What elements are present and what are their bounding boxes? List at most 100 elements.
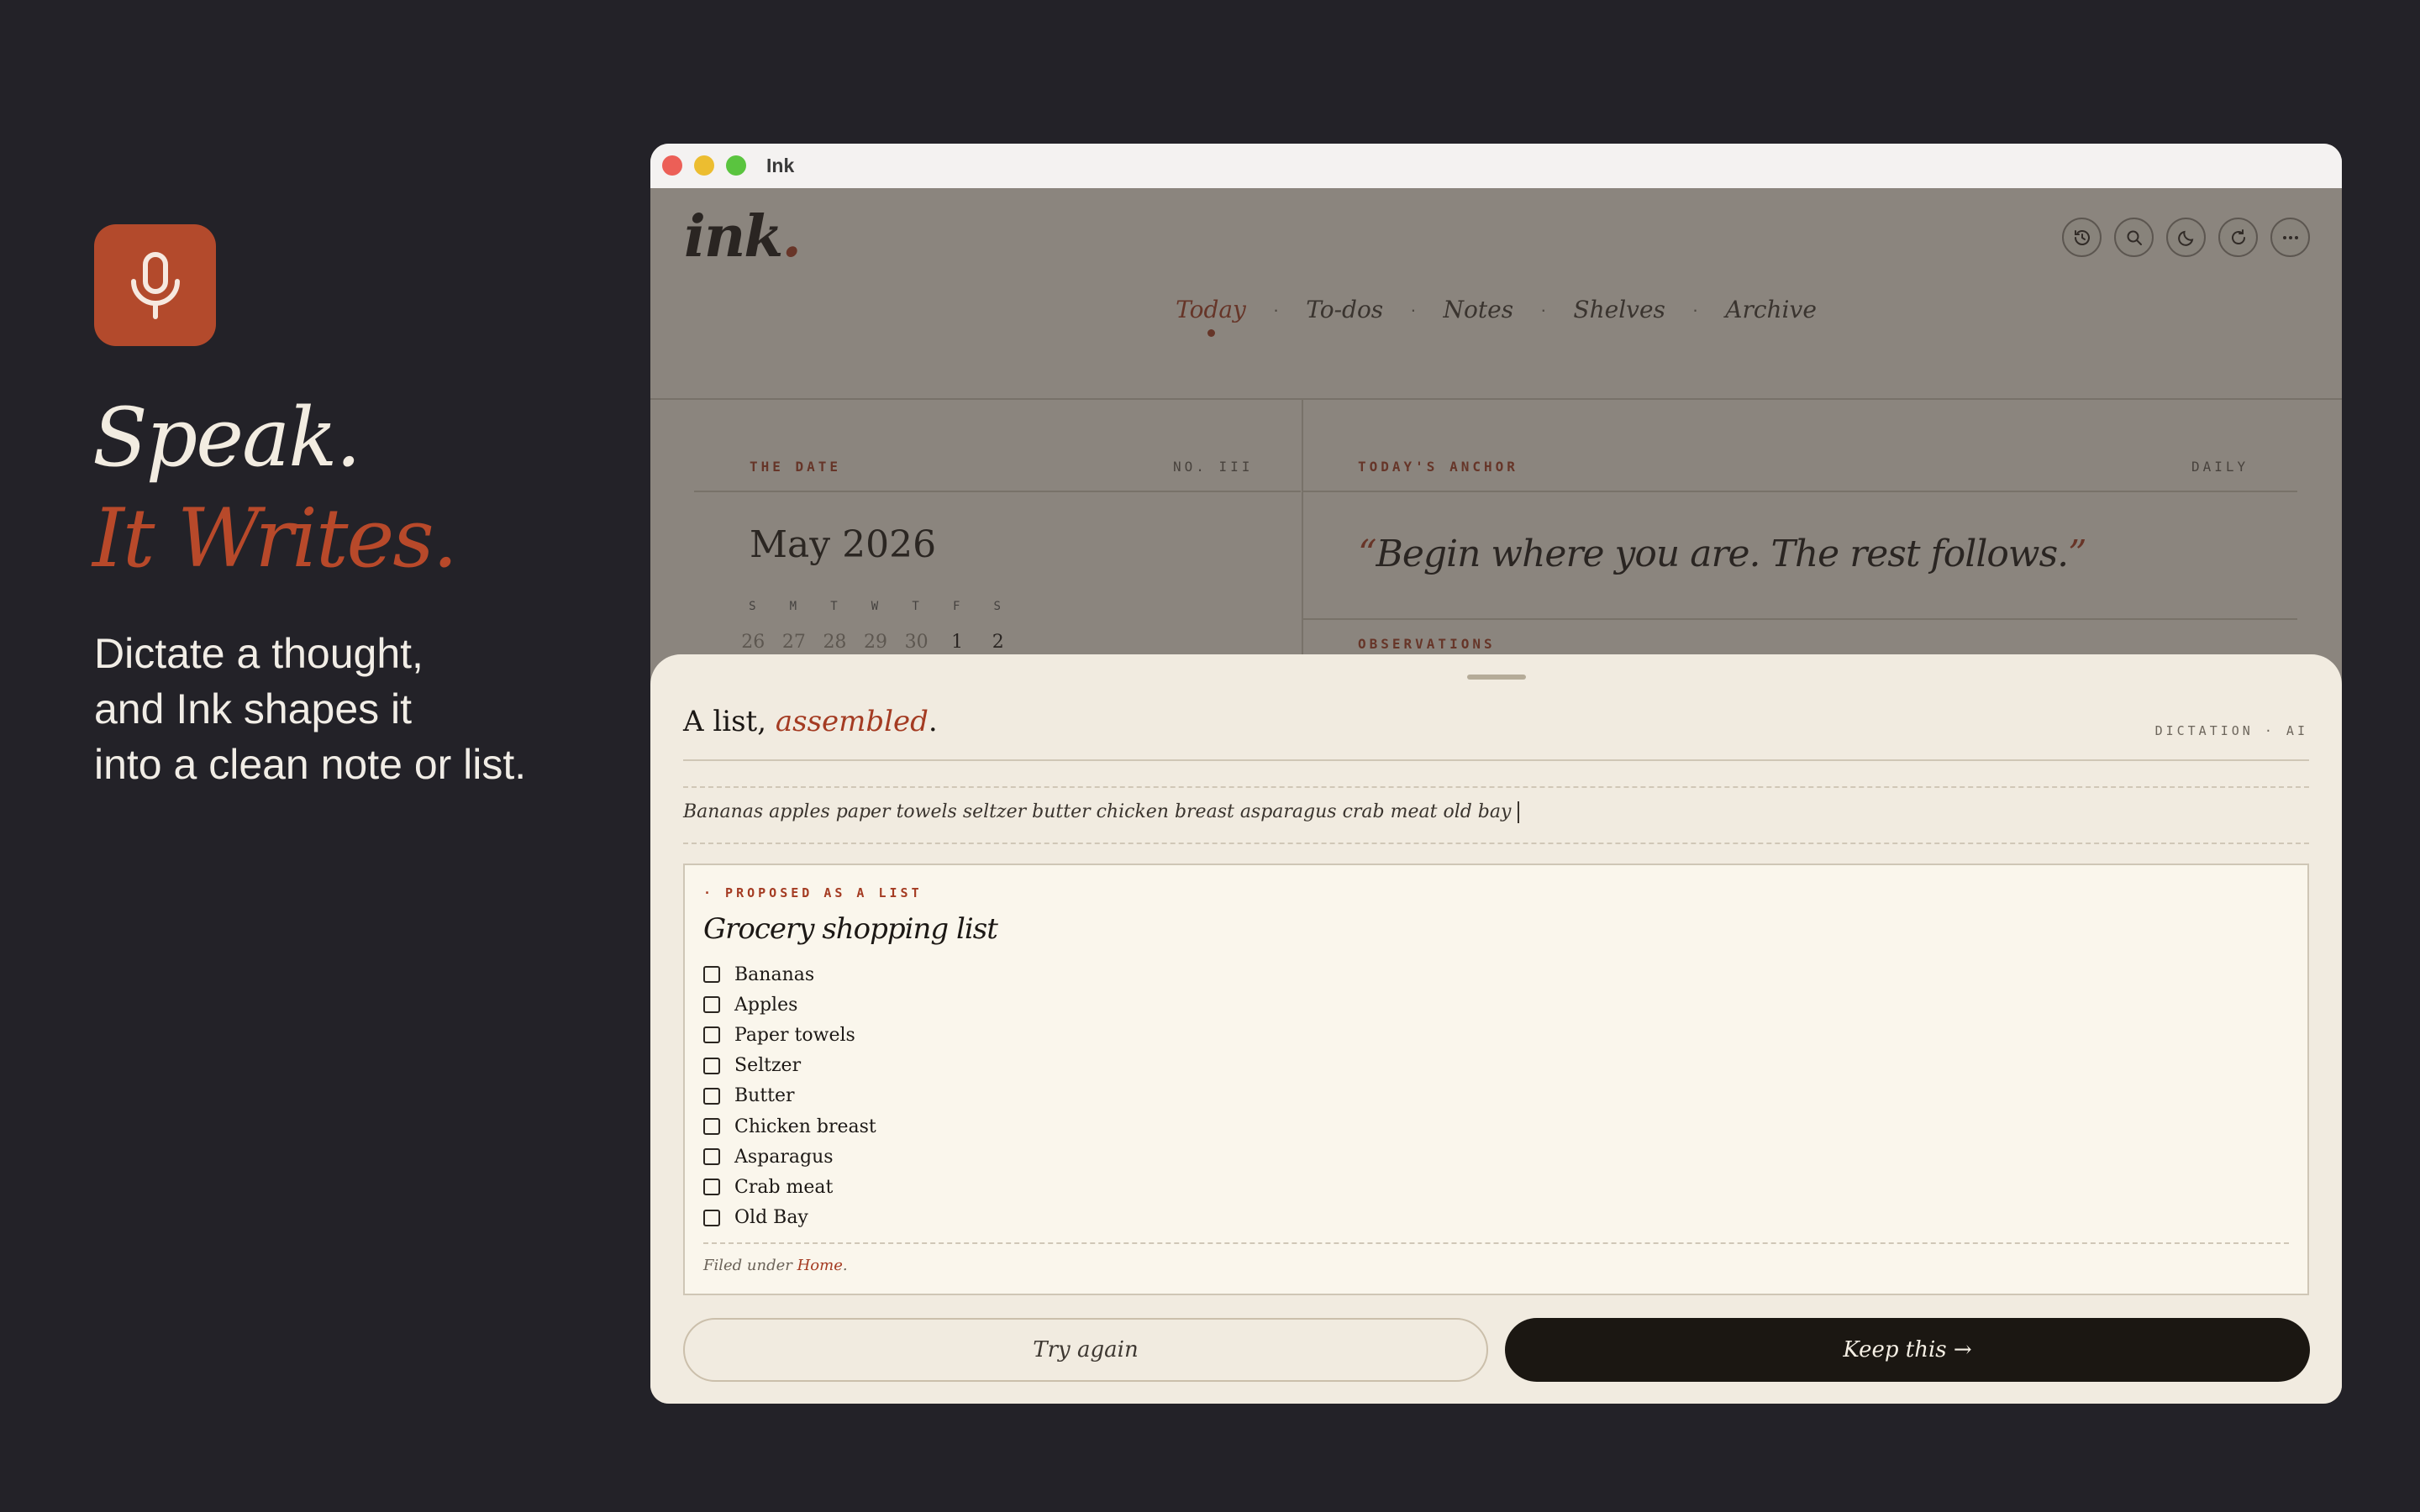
- try-again-button[interactable]: Try again: [683, 1318, 1488, 1382]
- calendar-day[interactable]: 26: [733, 632, 774, 653]
- headline-line-2: It Writes.: [92, 491, 458, 585]
- list-item: Seltzer: [703, 1051, 876, 1081]
- moon-icon: [2177, 230, 2193, 246]
- column-divider: [1302, 399, 1303, 668]
- window-title: Ink: [766, 155, 795, 176]
- checkbox[interactable]: [703, 1026, 720, 1044]
- calendar-day[interactable]: 27: [774, 632, 815, 653]
- title-divider: [683, 759, 2309, 761]
- more-icon: [2282, 235, 2298, 239]
- toolbar: [2062, 218, 2310, 257]
- calendar-day[interactable]: 2: [977, 632, 1018, 653]
- history-button[interactable]: [2062, 218, 2102, 257]
- filed-category-link[interactable]: Home: [797, 1257, 843, 1274]
- nav-separator: ·: [1691, 298, 1699, 320]
- list-item-label: Apples: [734, 994, 798, 1016]
- calendar-day[interactable]: 30: [896, 632, 937, 653]
- weekday: W: [871, 600, 881, 613]
- dark-mode-button[interactable]: [2166, 218, 2206, 257]
- list-item: Asparagus: [703, 1142, 876, 1172]
- observations-divider: [1303, 618, 2297, 620]
- logo-text: ink: [684, 203, 783, 270]
- refresh-icon: [2231, 228, 2245, 244]
- minimize-window-button[interactable]: [694, 155, 714, 176]
- nav-archive[interactable]: Archive: [1725, 296, 1817, 323]
- sheet-grabber[interactable]: [1466, 675, 1526, 680]
- calendar-day[interactable]: 1: [937, 632, 978, 653]
- checkbox[interactable]: [703, 1148, 720, 1166]
- headline-line-1: Speak.: [92, 391, 361, 485]
- logo-dot: .: [781, 203, 802, 270]
- transcript-field[interactable]: Bananas apples paper towels seltzer butt…: [683, 801, 1520, 823]
- checkbox[interactable]: [703, 1179, 720, 1196]
- proposal-label: · PROPOSED AS A LIST: [703, 885, 923, 900]
- checkbox[interactable]: [703, 1118, 720, 1136]
- nav-todos[interactable]: To-dos: [1306, 296, 1383, 323]
- anchor-label: TODAY'S ANCHOR: [1358, 459, 1518, 475]
- list-item: Butter: [703, 1081, 876, 1111]
- history-icon: [2074, 229, 2090, 245]
- date-label: THE DATE: [750, 459, 842, 475]
- checkbox[interactable]: [703, 1087, 720, 1105]
- quote-close-mark: ”: [2068, 533, 2086, 575]
- list-item-label: Asparagus: [734, 1146, 834, 1168]
- filed-prefix: Filed under: [703, 1257, 797, 1274]
- list-item-label: Seltzer: [734, 1055, 802, 1077]
- search-button[interactable]: [2114, 218, 2154, 257]
- weekday: M: [789, 600, 799, 613]
- nav-today[interactable]: Today: [1176, 296, 1246, 337]
- close-window-button[interactable]: [662, 155, 682, 176]
- quote-text: Begin where you are. The rest follows.: [1376, 533, 2070, 575]
- calendar-month: May 2026: [750, 523, 937, 566]
- checkbox[interactable]: [703, 1209, 720, 1226]
- microphone-icon: [130, 251, 180, 319]
- app-icon: [94, 224, 216, 346]
- list-item: Paper towels: [703, 1020, 876, 1050]
- keep-this-button[interactable]: Keep this →: [1505, 1318, 2310, 1382]
- calendar-day[interactable]: 28: [814, 632, 855, 653]
- tagline-line: into a clean note or list.: [94, 741, 527, 788]
- filed-under: Filed under Home.: [703, 1257, 848, 1274]
- list-item-label: Butter: [734, 1085, 795, 1107]
- calendar-week-row: 26 27 28 29 30 1 2: [741, 632, 1035, 653]
- list-item: Old Bay: [703, 1203, 876, 1233]
- weekday: S: [993, 600, 1002, 613]
- anchor-frequency: DAILY: [2191, 459, 2249, 475]
- list-item-label: Old Bay: [734, 1207, 808, 1229]
- nav-divider: [650, 398, 2342, 400]
- calendar-day[interactable]: 29: [855, 632, 897, 653]
- tagline-line: Dictate a thought,: [94, 630, 424, 677]
- filed-suffix: .: [842, 1257, 848, 1274]
- search-icon: [2127, 230, 2142, 245]
- nav-separator: ·: [1410, 298, 1417, 320]
- sheet-title-plain: A list,: [683, 705, 776, 738]
- list-item: Bananas: [703, 959, 876, 990]
- zoom-window-button[interactable]: [726, 155, 746, 176]
- issue-number: NO. III: [1173, 459, 1254, 475]
- list-item: Chicken breast: [703, 1111, 876, 1142]
- list-item-label: Chicken breast: [734, 1116, 876, 1137]
- transcript-text: Bananas apples paper towels seltzer butt…: [683, 801, 1512, 822]
- refresh-button[interactable]: [2218, 218, 2258, 257]
- dictation-sheet: A list, assembled. DICTATION · AI Banana…: [650, 654, 2342, 1404]
- list-item: Apples: [703, 990, 876, 1020]
- dictation-tag: DICTATION · AI: [2154, 723, 2308, 738]
- checklist: Bananas Apples Paper towels Seltzer Butt…: [703, 959, 876, 1233]
- weekday: F: [952, 600, 962, 613]
- nav-notes[interactable]: Notes: [1444, 296, 1514, 323]
- nav-shelves[interactable]: Shelves: [1573, 296, 1665, 323]
- text-caret: [1518, 801, 1520, 823]
- sheet-title-accent: assembled: [775, 705, 929, 738]
- anchor-quote: “Begin where you are. The rest follows.”: [1358, 533, 2087, 575]
- more-button[interactable]: [2270, 218, 2310, 257]
- list-item-label: Paper towels: [734, 1024, 855, 1046]
- observations-label: OBSERVATIONS: [1358, 636, 1496, 652]
- app-body: ink. Today · To-dos · Notes · Shelves · …: [650, 188, 2342, 1404]
- checkbox[interactable]: [703, 1057, 720, 1074]
- app-window: Ink ink. Today · To-dos · Notes · Shelve…: [650, 144, 2342, 1404]
- list-item-label: Crab meat: [734, 1176, 834, 1198]
- checkbox[interactable]: [703, 996, 720, 1014]
- checkbox[interactable]: [703, 966, 720, 984]
- list-item: Crab meat: [703, 1172, 876, 1202]
- calendar-weekdays: S M T W T F S: [749, 600, 1035, 613]
